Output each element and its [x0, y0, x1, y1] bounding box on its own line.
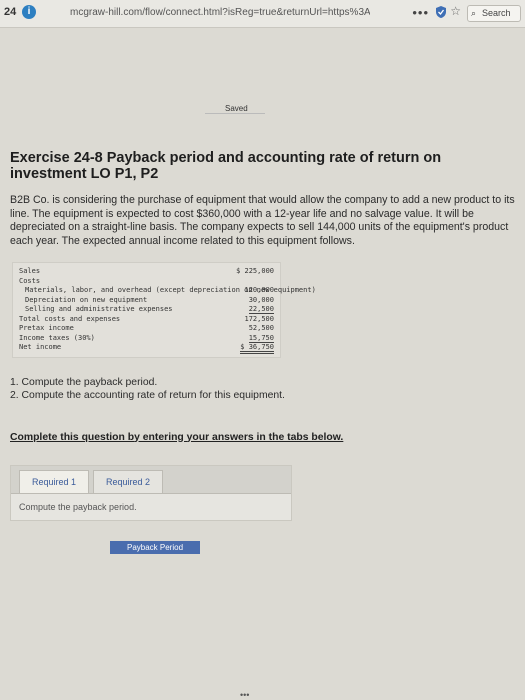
shield-icon[interactable] — [435, 5, 447, 19]
divider — [205, 113, 265, 114]
instructions: Complete this question by entering your … — [10, 431, 344, 443]
row-value: 120,000 — [244, 286, 274, 294]
exercise-title: Exercise 24-8 Payback period and account… — [10, 150, 442, 182]
statement-row: Income taxes (30%) 15,750 — [19, 334, 274, 344]
row-value: 15,750 — [248, 333, 274, 343]
answer-tabs: Required 1 Required 2 Compute the paybac… — [10, 464, 292, 521]
more-menu-icon[interactable]: ••• — [412, 5, 429, 20]
statement-row: Materials, labor, and overhead (except d… — [19, 286, 316, 296]
row-label: Costs — [19, 276, 41, 285]
search-input[interactable]: ⌕ Search — [467, 5, 521, 22]
statement-row: Net income $ 36,750 — [19, 343, 274, 354]
footer-dots: ••• — [240, 690, 250, 700]
search-icon: ⌕ — [471, 8, 477, 18]
row-label: Total costs and expenses — [19, 314, 121, 323]
statement-row: Sales $ 225,000 — [19, 267, 274, 277]
address-bar[interactable]: mcgraw-hill.com/flow/connect.html?isReg=… — [70, 7, 370, 18]
question-list: 1. Compute the payback period. 2. Comput… — [10, 376, 515, 402]
search-label: Search — [482, 8, 511, 18]
row-value: 22,500 — [248, 305, 274, 314]
page-number: 24 — [4, 6, 17, 18]
row-value: $ 225,000 — [236, 267, 274, 275]
row-label: Net income — [19, 343, 62, 351]
exercise-content: Exercise 24-8 Payback period and account… — [10, 150, 515, 554]
income-statement: Sales $ 225,000 Costs Materials, labor, … — [12, 262, 316, 358]
tab-instruction: Compute the payback period. — [11, 492, 291, 520]
question-item: 2. Compute the accounting rate of return… — [10, 389, 285, 401]
row-label: Selling and administrative expenses — [25, 305, 173, 313]
statement-row: Costs — [19, 277, 274, 287]
tab-required-2[interactable]: Required 2 — [93, 469, 164, 493]
row-label: Income taxes (30%) — [19, 333, 95, 342]
saved-status: Saved — [225, 104, 248, 113]
row-value: $ 36,750 — [240, 343, 274, 354]
exercise-description: B2B Co. is considering the purchase of e… — [10, 194, 515, 247]
row-value: 30,000 — [248, 295, 274, 304]
row-label: Depreciation on new equipment — [25, 295, 148, 304]
section-header: Payback Period — [110, 540, 200, 554]
row-label: Pretax income — [19, 324, 74, 332]
row-value: 172,500 — [244, 314, 274, 323]
statement-row: Depreciation on new equipment 30,000 — [19, 296, 274, 306]
tab-required-1[interactable]: Required 1 — [19, 469, 90, 493]
row-label: Sales — [19, 267, 41, 275]
question-item: 1. Compute the payback period. — [10, 376, 158, 388]
bookmark-star-icon[interactable]: ☆ — [450, 4, 461, 18]
info-icon[interactable]: i — [22, 5, 36, 19]
tab-bar: Required 1 Required 2 — [11, 466, 291, 493]
row-value: 52,500 — [248, 324, 274, 332]
statement-row: Pretax income 52,500 — [19, 324, 274, 334]
statement-row: Total costs and expenses 172,500 — [19, 315, 274, 325]
browser-toolbar: 24 i mcgraw-hill.com/flow/connect.html?i… — [0, 0, 525, 28]
statement-row: Selling and administrative expenses 22,5… — [19, 305, 274, 315]
